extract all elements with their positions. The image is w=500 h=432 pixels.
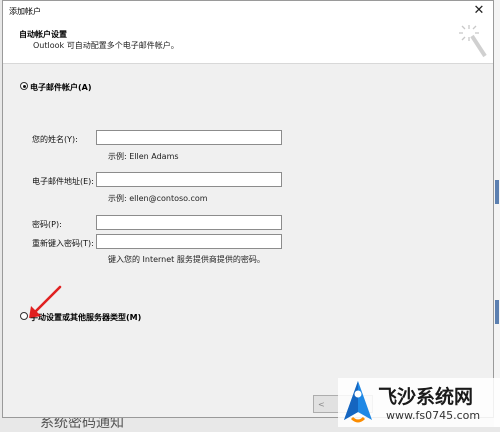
annotation-arrow bbox=[29, 285, 62, 318]
background-window-edge bbox=[494, 0, 500, 427]
email-account-radio[interactable] bbox=[20, 82, 28, 90]
background-stripe bbox=[495, 180, 499, 204]
name-hint: 示例: Ellen Adams bbox=[108, 152, 179, 161]
window-title: 添加帐户 bbox=[9, 7, 41, 16]
name-label: 您的姓名(Y): bbox=[32, 135, 78, 144]
watermark-url: www.fs0745.com bbox=[386, 409, 481, 422]
password-input[interactable] bbox=[96, 215, 282, 230]
password-label: 密码(P): bbox=[32, 220, 62, 229]
background-stripe bbox=[495, 300, 499, 324]
site-logo-icon bbox=[344, 381, 372, 423]
retype-password-label: 重新键入密码(T): bbox=[32, 239, 94, 248]
watermark-brand: 飞沙系统网 bbox=[378, 386, 474, 408]
name-input[interactable] bbox=[96, 130, 282, 145]
retype-password-input[interactable] bbox=[96, 234, 282, 249]
email-account-label[interactable]: 电子邮件帐户(A) bbox=[30, 82, 92, 93]
title-bar: 添加帐户 ✕ bbox=[3, 1, 493, 21]
email-label: 电子邮件地址(E): bbox=[32, 177, 94, 186]
password-hint: 键入您的 Internet 服务提供商提供的密码。 bbox=[108, 255, 265, 264]
close-icon[interactable]: ✕ bbox=[471, 3, 487, 19]
add-account-dialog: 添加帐户 ✕ 自动帐户设置 Outlook 可自动配置多个电子邮件帐户。 电子邮… bbox=[2, 0, 494, 418]
email-input[interactable] bbox=[96, 172, 282, 187]
email-hint: 示例: ellen@contoso.com bbox=[108, 194, 208, 203]
dialog-header: 自动帐户设置 Outlook 可自动配置多个电子邮件帐户。 bbox=[3, 21, 493, 64]
magic-wand-icon bbox=[459, 25, 487, 58]
header-subtitle: Outlook 可自动配置多个电子邮件帐户。 bbox=[33, 41, 179, 50]
header-title: 自动帐户设置 bbox=[19, 30, 67, 39]
dialog-body: 电子邮件帐户(A) 您的姓名(Y): 示例: Ellen Adams 电子邮件地… bbox=[3, 64, 493, 417]
watermark: 飞沙系统网 www.fs0745.com bbox=[338, 378, 500, 427]
